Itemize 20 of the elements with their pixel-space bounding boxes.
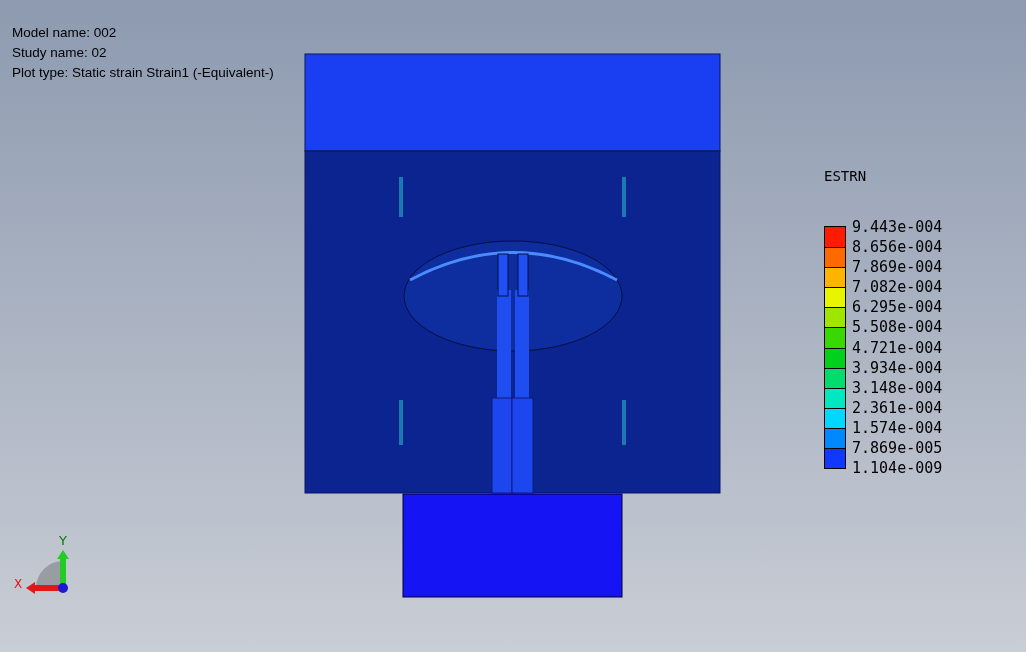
plot-info-text: Plot type: Static strain Strain1 (-Equivalent-) xyxy=(12,64,274,82)
legend-value: 2.361e-004 xyxy=(852,397,943,418)
legend-value: 9.443e-004 xyxy=(852,217,943,238)
legend-value: 4.721e-004 xyxy=(852,337,943,358)
legend-title: ESTRN xyxy=(824,168,868,184)
legend-value: 7.869e-004 xyxy=(852,257,943,278)
legend-value: 5.508e-004 xyxy=(852,317,943,338)
y-axis-label: Y xyxy=(59,533,67,548)
legend-value: 7.869e-005 xyxy=(852,438,943,459)
legend-value: 3.148e-004 xyxy=(852,377,943,398)
legend-value: 6.295e-004 xyxy=(852,297,943,318)
legend-value: 3.934e-004 xyxy=(852,357,943,378)
plot-info-text: Model name: 002 xyxy=(12,24,118,42)
legend-value: 7.082e-004 xyxy=(852,277,943,298)
legend-value: 1.104e-009 xyxy=(852,458,943,479)
plot-info-text: Study name: 02 xyxy=(12,44,108,62)
legend-value: 1.574e-004 xyxy=(852,417,943,439)
x-axis-label: X xyxy=(14,577,23,591)
legend-value: 8.656e-004 xyxy=(852,237,943,258)
origin-icon xyxy=(58,583,68,593)
